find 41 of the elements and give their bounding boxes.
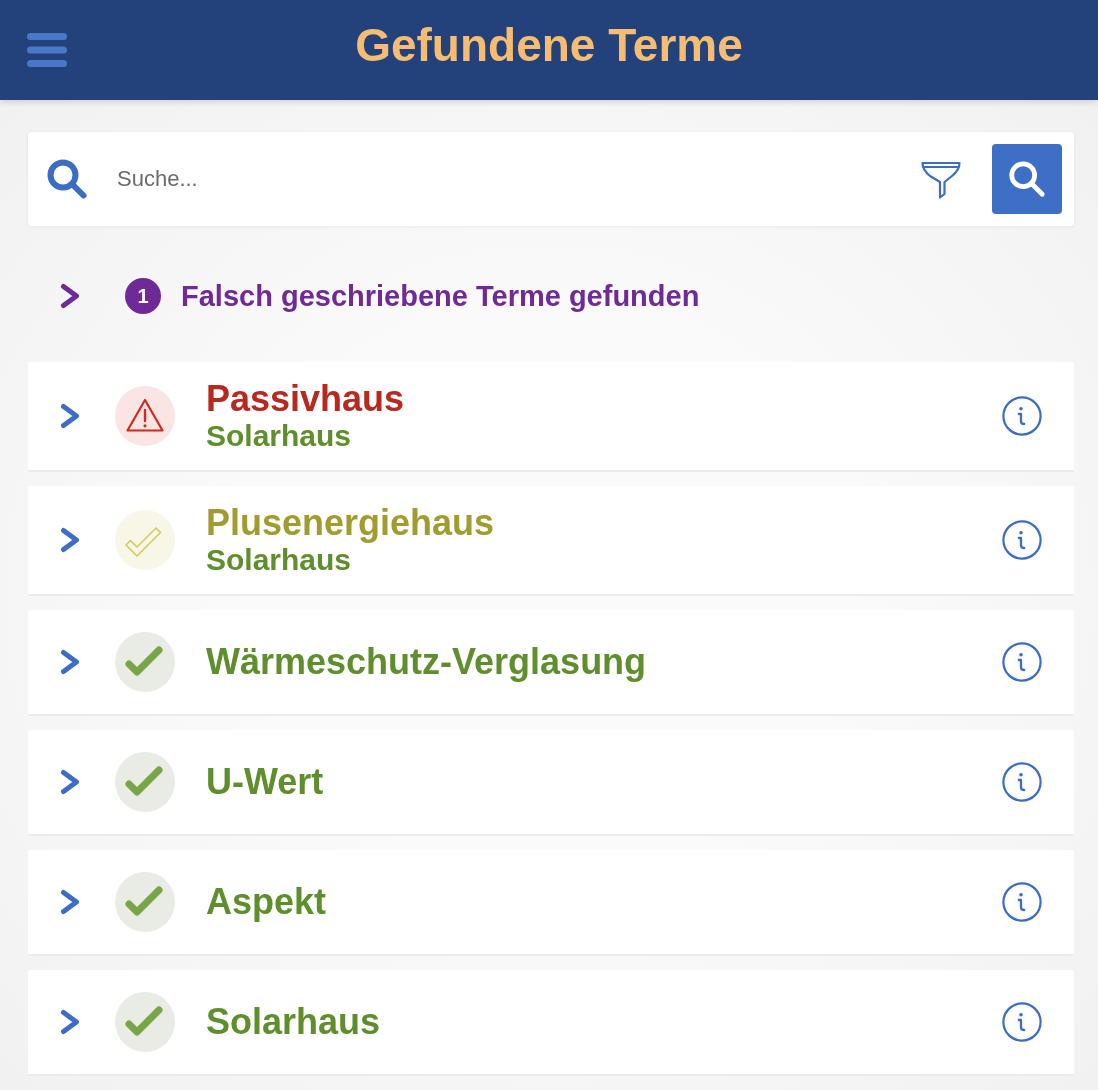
term-title: Passivhaus: [206, 379, 405, 419]
search-bar[interactable]: Suche...: [28, 132, 1074, 226]
term-card[interactable]: Passivhaus Solarhaus: [28, 362, 1074, 472]
checkmark-icon: [115, 872, 175, 932]
search-field[interactable]: Suche...: [117, 155, 912, 203]
chevron-icon[interactable]: [60, 403, 80, 429]
term-card[interactable]: U-Wert: [28, 730, 1074, 836]
search-icon: [46, 158, 88, 200]
outline-checkmark-icon: [115, 510, 175, 570]
info-icon[interactable]: [1002, 520, 1042, 560]
term-title: Aspekt: [206, 882, 327, 922]
term-card[interactable]: Aspekt: [28, 850, 1074, 956]
chevron-icon[interactable]: [60, 527, 80, 553]
page-title: Gefundene Terme: [355, 18, 743, 73]
info-icon[interactable]: [1002, 882, 1042, 922]
count-badge: 1: [125, 278, 161, 314]
term-card[interactable]: Wärmeschutz-Verglasung: [28, 610, 1074, 716]
chevron-icon[interactable]: [60, 283, 80, 309]
term-title: Solarhaus: [206, 1002, 381, 1042]
term-card[interactable]: Plusenergiehaus Solarhaus: [28, 486, 1074, 596]
chevron-icon[interactable]: [60, 769, 80, 795]
info-icon[interactable]: [1002, 1002, 1042, 1042]
term-title: U-Wert: [206, 762, 324, 802]
term-subtitle: Solarhaus: [206, 419, 352, 453]
term-card[interactable]: Solarhaus: [28, 970, 1074, 1076]
misspelled-terms-label[interactable]: Falsch geschriebene Terme gefunden: [181, 278, 700, 314]
checkmark-icon: [115, 992, 175, 1052]
chevron-icon[interactable]: [60, 889, 80, 915]
info-icon[interactable]: [1002, 396, 1042, 436]
checkmark-icon: [115, 752, 175, 812]
search-icon: [1007, 159, 1047, 199]
warning-icon: [115, 386, 175, 446]
term-subtitle: Solarhaus: [206, 543, 352, 577]
search-button[interactable]: [992, 144, 1062, 214]
term-title: Wärmeschutz-Verglasung: [206, 642, 647, 682]
checkmark-icon: [115, 632, 175, 692]
info-icon[interactable]: [1002, 762, 1042, 802]
chevron-icon[interactable]: [60, 1009, 80, 1035]
info-icon[interactable]: [1002, 642, 1042, 682]
chevron-icon[interactable]: [60, 649, 80, 675]
term-title: Plusenergiehaus: [206, 503, 495, 543]
